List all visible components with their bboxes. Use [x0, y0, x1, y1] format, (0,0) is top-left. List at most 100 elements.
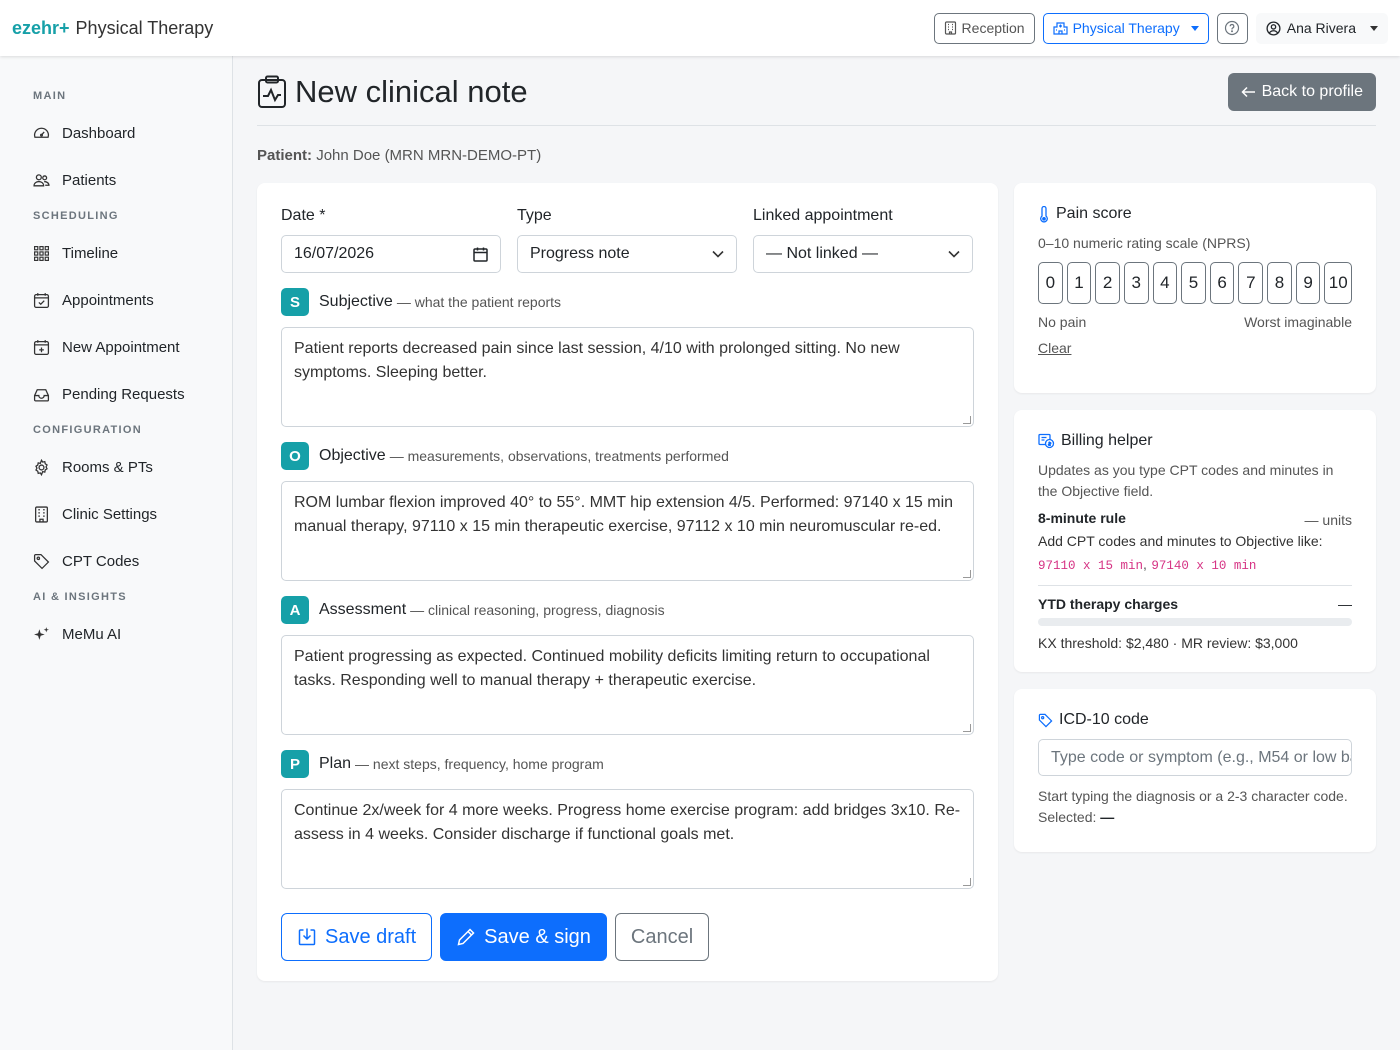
type-select[interactable]: Progress note — [517, 235, 737, 273]
pain-button-1[interactable]: 1 — [1066, 262, 1092, 304]
building-icon — [944, 21, 956, 35]
sidebar-item-label: Pending Requests — [62, 386, 185, 403]
reception-button[interactable]: Reception — [933, 12, 1035, 44]
resize-handle-icon[interactable] — [963, 416, 971, 424]
cancel-button[interactable]: Cancel — [614, 913, 710, 961]
chevron-down-icon — [712, 250, 724, 258]
sidebar-section-configuration: CONFIGURATION — [33, 424, 142, 436]
pain-button-7[interactable]: 7 — [1238, 262, 1264, 304]
pain-button-2[interactable]: 2 — [1095, 262, 1120, 304]
user-name: Ana Rivera — [1286, 20, 1356, 36]
sidebar-item-label: Timeline — [62, 245, 119, 262]
sidebar-item-dashboard[interactable]: Dashboard — [0, 110, 232, 157]
sidebar: MAIN Dashboard Patients SCHEDULING Timel… — [0, 56, 233, 1050]
assessment-textarea[interactable]: Patient progressing as expected. Continu… — [281, 635, 974, 735]
icd-help-text: Start typing the diagnosis or a 2-3 char… — [1038, 786, 1352, 828]
pain-button-3[interactable]: 3 — [1123, 262, 1149, 304]
page-title-text: New clinical note — [295, 73, 528, 109]
user-menu[interactable]: Ana Rivera — [1255, 12, 1388, 44]
sidebar-item-label: MeMu AI — [62, 626, 122, 643]
icd-search-input[interactable]: Type code or symptom (e.g., M54 or low b… — [1038, 739, 1352, 776]
soap-badge-p: P — [281, 750, 309, 778]
soap-hint: — measurements, observations, treatments… — [389, 448, 729, 464]
receipt-icon — [1038, 433, 1055, 449]
chevron-down-icon — [1370, 25, 1378, 31]
patient-value: John Doe (MRN MRN-DEMO-PT) — [316, 147, 542, 164]
pain-clear-link[interactable]: Clear — [1038, 340, 1071, 356]
pain-button-0[interactable]: 0 — [1038, 262, 1063, 304]
divider — [1038, 585, 1352, 586]
patient-info: Patient: John Doe (MRN MRN-DEMO-PT) — [257, 147, 1376, 164]
tag-icon — [1038, 713, 1053, 727]
save-draft-label: Save draft — [325, 925, 417, 948]
date-field-group: Date * 16/07/2026 — [281, 207, 501, 273]
date-label: Date * — [281, 207, 326, 224]
soap-objective: O Objective — measurements, observations… — [281, 442, 974, 581]
back-to-profile-button[interactable]: Back to profile — [1227, 72, 1376, 111]
sidebar-item-patients[interactable]: Patients — [0, 157, 232, 204]
date-input[interactable]: 16/07/2026 — [281, 235, 501, 273]
question-circle-icon — [1225, 20, 1240, 36]
main-content: New clinical note Back to profile Patien… — [257, 56, 1376, 981]
pain-subtitle: 0–10 numeric rating scale (NPRS) — [1038, 235, 1251, 251]
cpt-example-1: 97110 x 15 min — [1038, 559, 1144, 573]
type-label: Type — [517, 207, 552, 224]
icd-card-title: ICD-10 code — [1038, 711, 1352, 729]
help-button[interactable] — [1216, 12, 1248, 44]
department-dropdown[interactable]: Physical Therapy — [1042, 12, 1209, 44]
ytd-progress-bar — [1038, 618, 1352, 626]
grid-icon — [34, 246, 49, 261]
sidebar-item-label: Patients — [62, 172, 117, 189]
brand[interactable]: ezehr+ Physical Therapy — [12, 18, 213, 39]
icd-placeholder: Type code or symptom (e.g., M54 or low b… — [1051, 748, 1351, 766]
pain-button-5[interactable]: 5 — [1181, 262, 1206, 304]
plan-text: Continue 2x/week for 4 more weeks. Progr… — [294, 802, 961, 843]
plan-textarea[interactable]: Continue 2x/week for 4 more weeks. Progr… — [281, 789, 974, 889]
people-icon — [33, 174, 50, 187]
pain-button-6[interactable]: 6 — [1209, 262, 1235, 304]
eight-minute-rule-units: — units — [1304, 512, 1352, 528]
save-sign-button[interactable]: Save & sign — [440, 913, 607, 961]
clinical-note-form: Date * 16/07/2026 Type Progress note Lin… — [257, 183, 998, 981]
back-label: Back to profile — [1261, 82, 1363, 100]
sidebar-item-memu-ai[interactable]: MeMu AI — [0, 611, 232, 658]
clipboard-pulse-icon — [258, 75, 286, 108]
resize-handle-icon[interactable] — [963, 724, 971, 732]
subjective-textarea[interactable]: Patient reports decreased pain since las… — [281, 327, 974, 427]
chevron-down-icon — [948, 250, 960, 258]
soap-subjective: S Subjective — what the patient reports … — [281, 288, 974, 427]
pain-scale-buttons: 0 1 2 3 4 5 6 7 8 9 10 — [1038, 262, 1352, 304]
top-navbar: ezehr+ Physical Therapy Reception Physic… — [0, 0, 1400, 56]
billing-description: Updates as you type CPT codes and minute… — [1038, 462, 1334, 499]
tag-icon — [33, 553, 50, 570]
icd-selected-value: — — [1100, 809, 1115, 825]
reception-label: Reception — [961, 20, 1025, 36]
threshold-info: KX threshold: $2,480 · MR review: $3,000 — [1038, 635, 1298, 651]
resize-handle-icon[interactable] — [963, 570, 971, 578]
save-draft-button[interactable]: Save draft — [281, 913, 433, 961]
sidebar-item-appointments[interactable]: Appointments — [0, 277, 232, 324]
sidebar-item-cpt-codes[interactable]: CPT Codes — [0, 538, 232, 585]
pain-button-4[interactable]: 4 — [1152, 262, 1178, 304]
pain-low-label: No pain — [1038, 314, 1087, 330]
cpt-example-2: 97140 x 10 min — [1151, 559, 1257, 573]
sidebar-section-scheduling: SCHEDULING — [33, 210, 119, 222]
resize-handle-icon[interactable] — [963, 878, 971, 886]
appointment-select[interactable]: — Not linked — — [753, 235, 973, 273]
pain-button-8[interactable]: 8 — [1267, 262, 1292, 304]
sidebar-item-new-appointment[interactable]: New Appointment — [0, 324, 232, 371]
objective-textarea[interactable]: ROM lumbar flexion improved 40° to 55°. … — [281, 481, 974, 581]
pain-title-text: Pain score — [1056, 205, 1132, 222]
sidebar-item-pending-requests[interactable]: Pending Requests — [0, 371, 232, 418]
pain-score-card: Pain score 0–10 numeric rating scale (NP… — [1014, 183, 1376, 393]
pain-button-10[interactable]: 10 — [1324, 262, 1352, 304]
pain-button-9[interactable]: 9 — [1295, 262, 1321, 304]
sidebar-item-clinic-settings[interactable]: Clinic Settings — [0, 491, 232, 538]
type-value: Progress note — [530, 245, 630, 262]
sidebar-item-timeline[interactable]: Timeline — [0, 230, 232, 277]
billing-helper-card: Billing helper Updates as you type CPT c… — [1014, 410, 1376, 672]
calendar-icon[interactable] — [473, 247, 488, 262]
download-icon — [298, 928, 316, 946]
inbox-icon — [33, 389, 50, 402]
sidebar-item-rooms-pts[interactable]: Rooms & PTs — [0, 444, 232, 491]
